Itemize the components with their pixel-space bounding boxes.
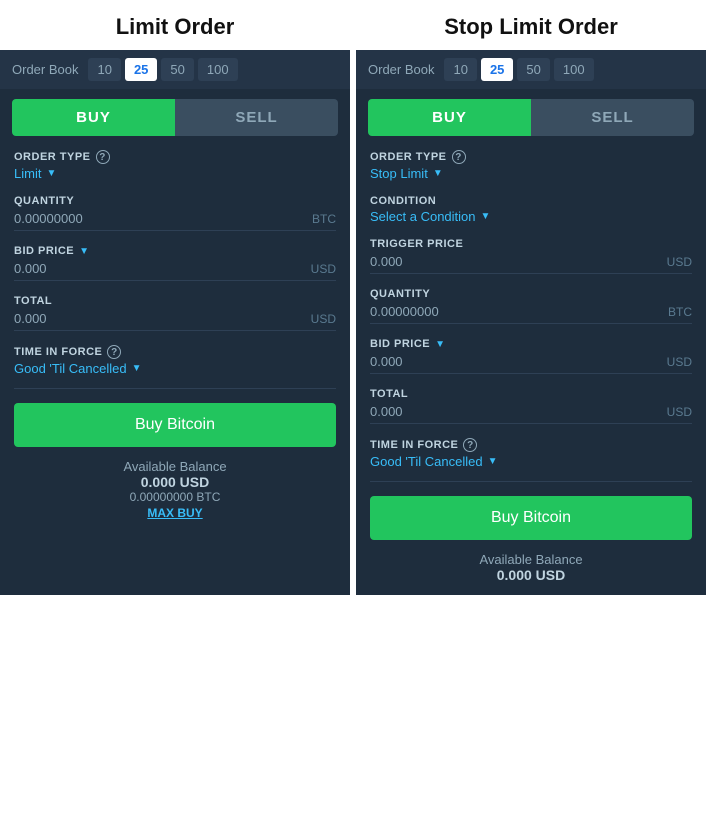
buy-bitcoin-button-left[interactable]: Buy Bitcoin xyxy=(14,403,336,447)
order-book-bar-right: Order Book 10 25 50 100 xyxy=(356,50,706,89)
sell-button-left[interactable]: SELL xyxy=(175,99,338,136)
total-input-row-left: 0.000 USD xyxy=(14,311,336,331)
ob-btn-100-right[interactable]: 100 xyxy=(554,58,594,81)
bid-price-label-left: BID PRICE ▼ xyxy=(14,245,336,257)
total-input-row-right: 0.000 USD xyxy=(370,404,692,424)
total-value-left[interactable]: 0.000 xyxy=(14,311,47,326)
available-balance-label-left: Available Balance xyxy=(0,459,350,474)
condition-arrow-right: ▼ xyxy=(481,211,491,222)
trigger-price-value-right[interactable]: 0.000 xyxy=(370,254,403,269)
tif-help-right[interactable]: ? xyxy=(463,438,477,452)
total-label-right: TOTAL xyxy=(370,388,692,400)
order-type-label-left: ORDER TYPE ? xyxy=(14,150,336,164)
order-type-label-right: ORDER TYPE ? xyxy=(370,150,692,164)
balance-section-right: Available Balance 0.000 USD xyxy=(356,552,706,583)
order-book-label-right: Order Book xyxy=(368,62,434,77)
max-buy-link-left[interactable]: MAX BUY xyxy=(0,506,350,520)
stop-limit-order-title: Stop Limit Order xyxy=(356,0,706,50)
stop-limit-order-panel: Stop Limit Order Order Book 10 25 50 100… xyxy=(356,0,706,595)
ob-btn-25-left[interactable]: 25 xyxy=(125,58,157,81)
bid-price-arrow-left: ▼ xyxy=(79,246,89,257)
tif-label-left: TIME IN FORCE ? xyxy=(14,345,336,359)
buy-sell-row-left: BUY SELL xyxy=(12,99,338,136)
order-type-arrow-right: ▼ xyxy=(433,168,443,179)
order-book-bar-left: Order Book 10 25 50 100 xyxy=(0,50,350,89)
balance-btc-left: 0.00000000 BTC xyxy=(0,490,350,504)
bid-price-value-left[interactable]: 0.000 xyxy=(14,261,47,276)
form-right: ORDER TYPE ? Stop Limit ▼ CONDITION Sele… xyxy=(356,150,706,469)
tif-arrow-left: ▼ xyxy=(132,363,142,374)
trigger-price-label-right: TRIGGER PRICE xyxy=(370,238,692,250)
bid-price-label-right: BID PRICE ▼ xyxy=(370,338,692,350)
tif-arrow-right: ▼ xyxy=(488,456,498,467)
ob-btn-50-left[interactable]: 50 xyxy=(161,58,193,81)
trigger-price-unit-right: USD xyxy=(667,255,692,269)
tif-label-right: TIME IN FORCE ? xyxy=(370,438,692,452)
condition-label-right: CONDITION xyxy=(370,195,692,207)
bid-price-input-row-right: 0.000 USD xyxy=(370,354,692,374)
form-left: ORDER TYPE ? Limit ▼ QUANTITY 0.00000000… xyxy=(0,150,350,376)
ob-btn-50-right[interactable]: 50 xyxy=(517,58,549,81)
trigger-price-input-row-right: 0.000 USD xyxy=(370,254,692,274)
bid-price-value-right[interactable]: 0.000 xyxy=(370,354,403,369)
order-book-label-left: Order Book xyxy=(12,62,78,77)
ob-btn-10-right[interactable]: 10 xyxy=(444,58,476,81)
balance-usd-right: 0.000 USD xyxy=(356,567,706,583)
available-balance-label-right: Available Balance xyxy=(356,552,706,567)
limit-order-title: Limit Order xyxy=(0,0,350,50)
bid-price-unit-left: USD xyxy=(311,262,336,276)
balance-section-left: Available Balance 0.000 USD 0.00000000 B… xyxy=(0,459,350,520)
quantity-unit-right: BTC xyxy=(668,305,692,319)
order-type-dropdown-left[interactable]: Limit ▼ xyxy=(14,166,336,181)
quantity-label-right: QUANTITY xyxy=(370,288,692,300)
quantity-label-left: QUANTITY xyxy=(14,195,336,207)
bid-price-unit-right: USD xyxy=(667,355,692,369)
total-unit-right: USD xyxy=(667,405,692,419)
tif-help-left[interactable]: ? xyxy=(107,345,121,359)
sell-button-right[interactable]: SELL xyxy=(531,99,694,136)
order-type-arrow-left: ▼ xyxy=(46,168,56,179)
quantity-value-right[interactable]: 0.00000000 xyxy=(370,304,439,319)
quantity-value-left[interactable]: 0.00000000 xyxy=(14,211,83,226)
total-unit-left: USD xyxy=(311,312,336,326)
ob-btn-25-right[interactable]: 25 xyxy=(481,58,513,81)
limit-order-panel: Limit Order Order Book 10 25 50 100 BUY … xyxy=(0,0,350,595)
quantity-input-row-left: 0.00000000 BTC xyxy=(14,211,336,231)
tif-dropdown-left[interactable]: Good 'Til Cancelled ▼ xyxy=(14,361,336,376)
buy-sell-row-right: BUY SELL xyxy=(368,99,694,136)
bid-price-arrow-right: ▼ xyxy=(435,339,445,350)
quantity-unit-left: BTC xyxy=(312,212,336,226)
order-type-dropdown-right[interactable]: Stop Limit ▼ xyxy=(370,166,692,181)
bid-price-input-row-left: 0.000 USD xyxy=(14,261,336,281)
total-value-right[interactable]: 0.000 xyxy=(370,404,403,419)
quantity-input-row-right: 0.00000000 BTC xyxy=(370,304,692,324)
total-label-left: TOTAL xyxy=(14,295,336,307)
ob-btn-10-left[interactable]: 10 xyxy=(88,58,120,81)
order-type-help-right[interactable]: ? xyxy=(452,150,466,164)
buy-button-left[interactable]: BUY xyxy=(12,99,175,136)
order-type-help-left[interactable]: ? xyxy=(96,150,110,164)
buy-button-right[interactable]: BUY xyxy=(368,99,531,136)
tif-dropdown-right[interactable]: Good 'Til Cancelled ▼ xyxy=(370,454,692,469)
balance-usd-left: 0.000 USD xyxy=(0,474,350,490)
buy-bitcoin-button-right[interactable]: Buy Bitcoin xyxy=(370,496,692,540)
ob-btn-100-left[interactable]: 100 xyxy=(198,58,238,81)
condition-dropdown-right[interactable]: Select a Condition ▼ xyxy=(370,209,692,224)
